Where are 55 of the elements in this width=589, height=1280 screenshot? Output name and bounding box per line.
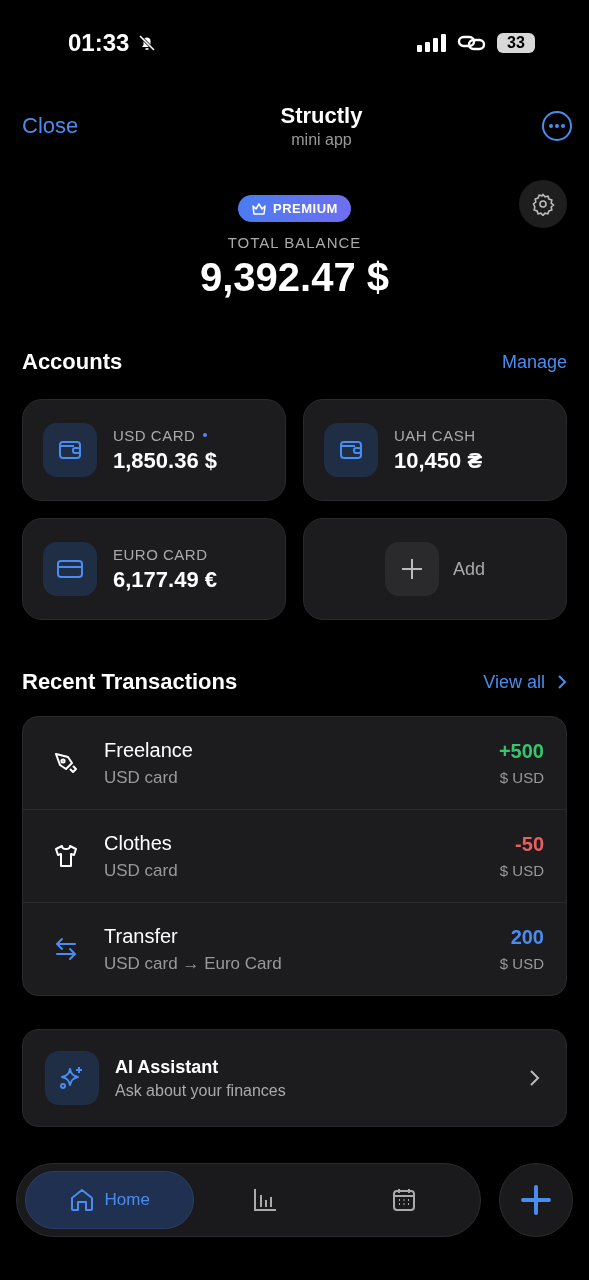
section-title: Recent Transactions	[22, 669, 238, 695]
ai-assistant-card[interactable]: AI Assistant Ask about your finances	[22, 1029, 567, 1127]
account-balance: 6,177.49 €	[113, 566, 217, 593]
credit-card-icon	[56, 558, 84, 580]
chevron-right-icon	[528, 1069, 540, 1087]
transaction-currency: $ USD	[499, 862, 544, 879]
app-title: Structly	[280, 103, 363, 129]
transaction-title: Freelance	[104, 738, 194, 762]
account-card[interactable]: EURO CARD 6,177.49 €	[22, 518, 286, 620]
transaction-account: USD card	[104, 767, 179, 788]
pen-nib-icon	[53, 750, 79, 776]
transaction-currency: $ USD	[499, 955, 544, 972]
account-card[interactable]: USD CARD 1,850.36 $	[22, 399, 286, 501]
manage-link[interactable]: Manage	[501, 351, 567, 373]
transaction-account: USD card	[104, 860, 179, 881]
bar-chart-icon	[252, 1187, 279, 1213]
battery-icon: 33	[497, 33, 535, 53]
bell-off-icon	[137, 33, 158, 53]
t-shirt-icon	[53, 843, 79, 869]
transaction-amount: +500	[498, 740, 544, 763]
settings-icon	[531, 192, 555, 216]
account-balance: 1,850.36 $	[113, 447, 217, 474]
transaction-account: USD card → Euro Card	[104, 953, 283, 974]
account-name: UAH CASH	[394, 426, 476, 444]
home-icon	[68, 1187, 95, 1213]
balance-label: TOTAL BALANCE	[227, 234, 362, 251]
view-all-link[interactable]: View all	[483, 671, 567, 693]
assistant-subtitle: Ask about your finances	[115, 1081, 287, 1100]
transaction-amount: 200	[510, 926, 544, 949]
account-card[interactable]: UAH CASH 10,450 ₴	[303, 399, 567, 501]
balance-amount: 9,392.47 $	[199, 255, 390, 300]
transaction-title: Transfer	[104, 924, 179, 948]
link-icon	[457, 34, 487, 52]
premium-badge: PREMIUM	[238, 195, 351, 222]
close-button[interactable]: Close	[22, 113, 102, 139]
chevron-right-icon	[557, 674, 567, 690]
app-subtitle: mini app	[291, 131, 352, 149]
plus-icon	[401, 558, 423, 580]
status-time: 01:33	[68, 29, 130, 57]
account-name: EURO CARD	[113, 545, 208, 563]
transfer-arrows-icon	[53, 936, 79, 962]
account-balance: 10,450 ₴	[394, 447, 483, 474]
account-name: USD CARD	[113, 426, 196, 444]
section-title: Accounts	[22, 349, 123, 375]
signal-icon	[417, 34, 447, 52]
transaction-title: Clothes	[104, 831, 173, 855]
settings-button[interactable]	[519, 180, 567, 228]
add-account-button[interactable]: Add	[303, 518, 567, 620]
transaction-amount: -50	[515, 833, 544, 856]
more-icon[interactable]	[541, 110, 573, 142]
nav-tab[interactable]: Home	[25, 1171, 194, 1229]
plus-icon	[520, 1184, 552, 1216]
calendar-icon	[391, 1187, 418, 1213]
assistant-title: AI Assistant	[115, 1056, 220, 1078]
transaction-currency: $ USD	[499, 769, 544, 786]
